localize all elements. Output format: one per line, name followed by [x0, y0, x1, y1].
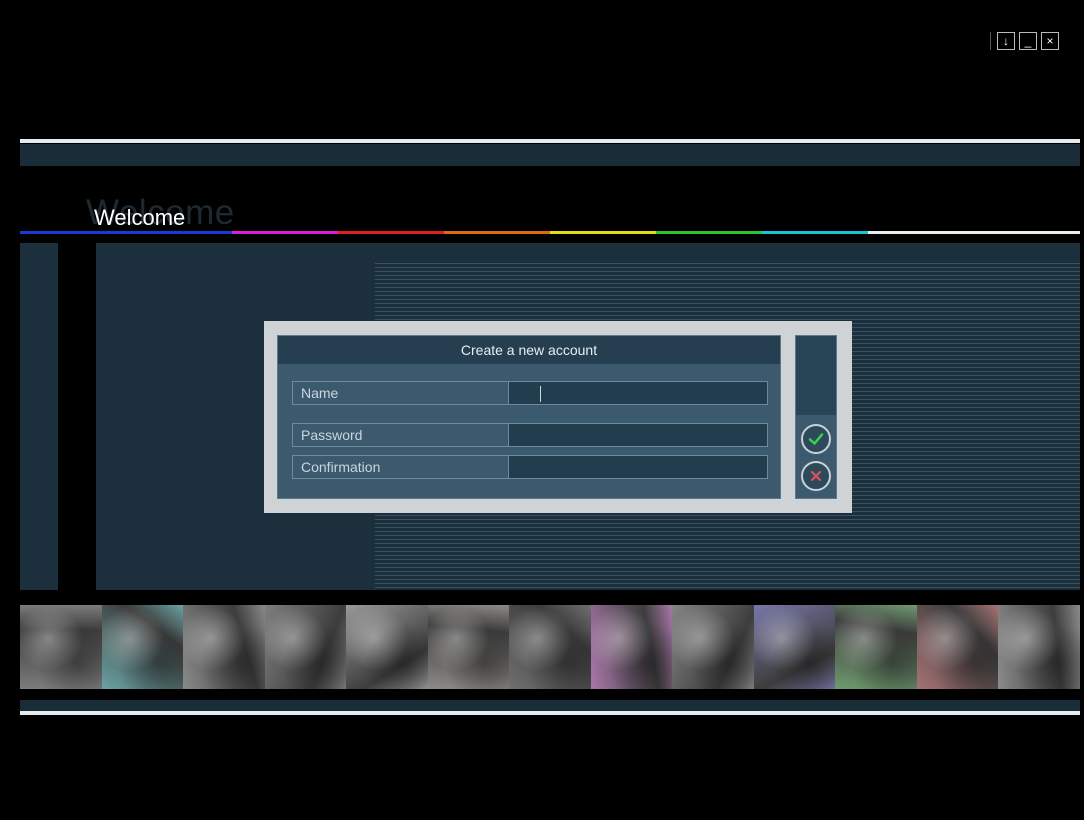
rainbow-segment — [338, 231, 444, 234]
photo-tile — [427, 605, 510, 689]
dialog-actions — [795, 335, 837, 499]
rainbow-segment — [20, 231, 126, 234]
bottom-band-line — [20, 711, 1080, 715]
password-label: Password — [293, 424, 509, 446]
photo-tile — [20, 605, 102, 689]
photo-tile — [998, 605, 1080, 689]
photo-strip — [20, 605, 1080, 689]
rainbow-segment — [126, 231, 232, 234]
photo-tile — [101, 605, 184, 689]
photo-tile — [753, 605, 836, 689]
name-label: Name — [293, 382, 509, 404]
photo-tile — [509, 605, 591, 689]
download-icon[interactable]: ↓ — [997, 32, 1015, 50]
page-root: ↓ _ × Welcome Welcome Create a new accou… — [0, 0, 1084, 820]
x-icon — [810, 470, 822, 482]
dialog-form: Create a new account Name Password Confi… — [277, 335, 781, 499]
checkmark-icon — [808, 433, 824, 445]
top-band-line — [20, 139, 1080, 143]
dialog-title: Create a new account — [278, 336, 780, 364]
window-controls: ↓ _ × — [990, 31, 1059, 51]
rainbow-segment — [550, 231, 656, 234]
dialog-actions-top — [796, 336, 836, 415]
name-field: Name — [292, 381, 768, 405]
password-field: Password — [292, 423, 768, 447]
window-controls-separator — [990, 32, 991, 50]
photo-tile — [590, 605, 673, 689]
close-icon[interactable]: × — [1041, 32, 1059, 50]
text-caret — [540, 386, 541, 402]
password-input[interactable] — [509, 424, 767, 446]
rainbow-divider — [20, 231, 1080, 234]
rainbow-segment — [656, 231, 762, 234]
rainbow-segment — [974, 231, 1080, 234]
photo-tile — [346, 605, 428, 689]
rainbow-segment — [444, 231, 550, 234]
top-band — [20, 144, 1080, 166]
create-account-dialog: Create a new account Name Password Confi… — [264, 321, 852, 513]
confirmation-input[interactable] — [509, 456, 767, 478]
confirmation-label: Confirmation — [293, 456, 509, 478]
photo-tile — [672, 605, 754, 689]
cancel-button[interactable] — [801, 461, 831, 491]
minimize-icon[interactable]: _ — [1019, 32, 1037, 50]
left-side-panel — [20, 243, 58, 590]
name-input[interactable] — [509, 382, 767, 404]
confirmation-field: Confirmation — [292, 455, 768, 479]
rainbow-segment — [762, 231, 868, 234]
confirm-button[interactable] — [801, 424, 831, 454]
photo-tile — [264, 605, 347, 689]
photo-tile — [916, 605, 999, 689]
welcome-title: Welcome — [94, 205, 186, 230]
rainbow-segment — [232, 231, 338, 234]
rainbow-segment — [868, 231, 974, 234]
bottom-band — [20, 700, 1080, 711]
photo-tile — [835, 605, 917, 689]
photo-tile — [183, 605, 265, 689]
